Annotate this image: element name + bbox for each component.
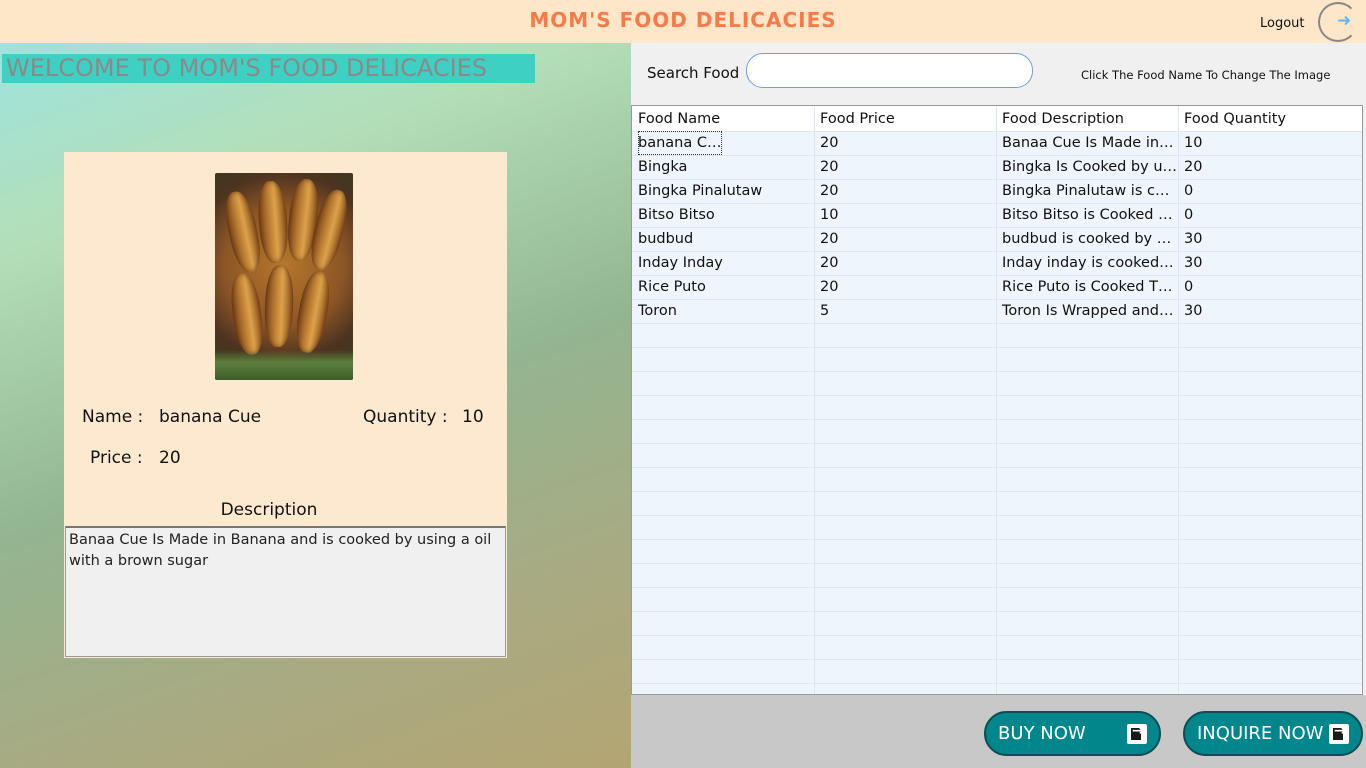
table-cell: 20 (1184, 159, 1203, 175)
hint-text: Click The Food Name To Change The Image (1081, 68, 1331, 82)
row-divider (632, 395, 1362, 396)
bottom-bar: BUY NOW INQUIRE NOW (631, 695, 1366, 768)
name-value: banana Cue (159, 407, 262, 427)
row-divider (632, 515, 1362, 516)
table-cell: 0 (1184, 183, 1194, 199)
description-textarea[interactable]: Banaa Cue Is Made in Banana and is cooke… (65, 526, 506, 657)
table-cell: Bingka Pinalutaw is coo... (1002, 183, 1178, 199)
price-label: Price : (90, 448, 143, 468)
row-divider (632, 371, 1362, 372)
column-header[interactable]: Food Description (1002, 107, 1178, 131)
table-cell: Inday inday is cooked b... (1002, 255, 1178, 271)
buy-now-button[interactable]: BUY NOW (984, 711, 1161, 756)
exit-icon (1127, 723, 1147, 744)
row-divider (632, 635, 1362, 636)
inquire-now-label: INQUIRE NOW (1197, 723, 1324, 744)
row-divider (632, 563, 1362, 564)
table-cell: Toron Is Wrapped and is... (1002, 303, 1178, 319)
search-food-input[interactable] (746, 53, 1033, 88)
right-panel: Search Food Click The Food Name To Chang… (631, 43, 1366, 768)
top-bar: MOM'S FOOD DELICACIES Logout ➜ (0, 0, 1366, 43)
table-cell: Banaa Cue Is Made in B... (1002, 135, 1178, 151)
row-divider (632, 611, 1362, 612)
column-header[interactable]: Food Quantity (1184, 107, 1360, 131)
table-cell: 20 (820, 159, 839, 175)
food-image (215, 173, 353, 380)
left-panel: WELCOME TO MOM'S FOOD DELICACIES Name : … (0, 43, 631, 768)
food-name-cell[interactable]: Toron (638, 299, 814, 323)
quantity-value: 10 (462, 407, 484, 427)
row-divider (632, 467, 1362, 468)
row-divider (632, 683, 1362, 684)
row-divider (632, 587, 1362, 588)
food-table[interactable]: Food Name Food Price Food Description Food … (631, 105, 1363, 695)
table-cell: 20 (820, 279, 839, 295)
table-cell: 30 (1184, 303, 1203, 319)
table-cell: 10 (820, 207, 839, 223)
table-cell: 20 (820, 231, 839, 247)
row-divider (632, 323, 1362, 324)
food-name-cell[interactable]: Bingka Pinalutaw (638, 179, 814, 203)
column-divider (1178, 106, 1179, 694)
app-title: MOM'S FOOD DELICACIES (529, 8, 837, 32)
description-title: Description (220, 500, 318, 520)
row-divider (632, 659, 1362, 660)
column-divider (996, 106, 997, 694)
food-name-cell[interactable]: banana Cue (638, 131, 722, 155)
table-cell: 20 (820, 255, 839, 271)
food-name-cell[interactable]: budbud (638, 227, 814, 251)
table-cell: 5 (820, 303, 830, 319)
welcome-banner: WELCOME TO MOM'S FOOD DELICACIES (2, 54, 535, 83)
column-header[interactable]: Food Name (638, 107, 814, 131)
search-label: Search Food (647, 64, 740, 82)
table-cell: budbud is cooked by usi... (1002, 231, 1178, 247)
table-cell: 30 (1184, 231, 1203, 247)
table-cell: Bitso Bitso is Cooked By... (1002, 207, 1178, 223)
price-value: 20 (159, 448, 181, 468)
column-header[interactable]: Food Price (820, 107, 996, 131)
table-cell: 30 (1184, 255, 1203, 271)
table-cell: 20 (820, 183, 839, 199)
buy-now-label: BUY NOW (998, 723, 1086, 744)
quantity-label: Quantity : (363, 407, 448, 427)
food-name-cell[interactable]: Bitso Bitso (638, 203, 814, 227)
table-cell: Rice Puto is Cooked Thr... (1002, 279, 1178, 295)
logout-arrow-icon[interactable]: ➜ (1318, 2, 1358, 42)
row-divider (632, 419, 1362, 420)
table-cell: 0 (1184, 279, 1194, 295)
row-divider (632, 539, 1362, 540)
food-name-cell[interactable]: Bingka (638, 155, 814, 179)
food-name-cell[interactable]: Rice Puto (638, 275, 814, 299)
row-divider (632, 443, 1362, 444)
table-cell: 0 (1184, 207, 1194, 223)
column-divider (814, 106, 815, 694)
row-divider (632, 347, 1362, 348)
exit-icon (1329, 723, 1349, 744)
row-divider (632, 491, 1362, 492)
inquire-now-button[interactable]: INQUIRE NOW (1183, 711, 1363, 756)
table-cell: 20 (820, 135, 839, 151)
name-label: Name : (82, 407, 144, 427)
logout-link[interactable]: Logout (1260, 16, 1305, 31)
table-cell: 10 (1184, 135, 1203, 151)
food-detail-card: Name : banana Cue Quantity : 10 Price : … (64, 152, 507, 658)
table-cell: Bingka Is Cooked by usi... (1002, 159, 1178, 175)
food-name-cell[interactable]: Inday Inday (638, 251, 814, 275)
